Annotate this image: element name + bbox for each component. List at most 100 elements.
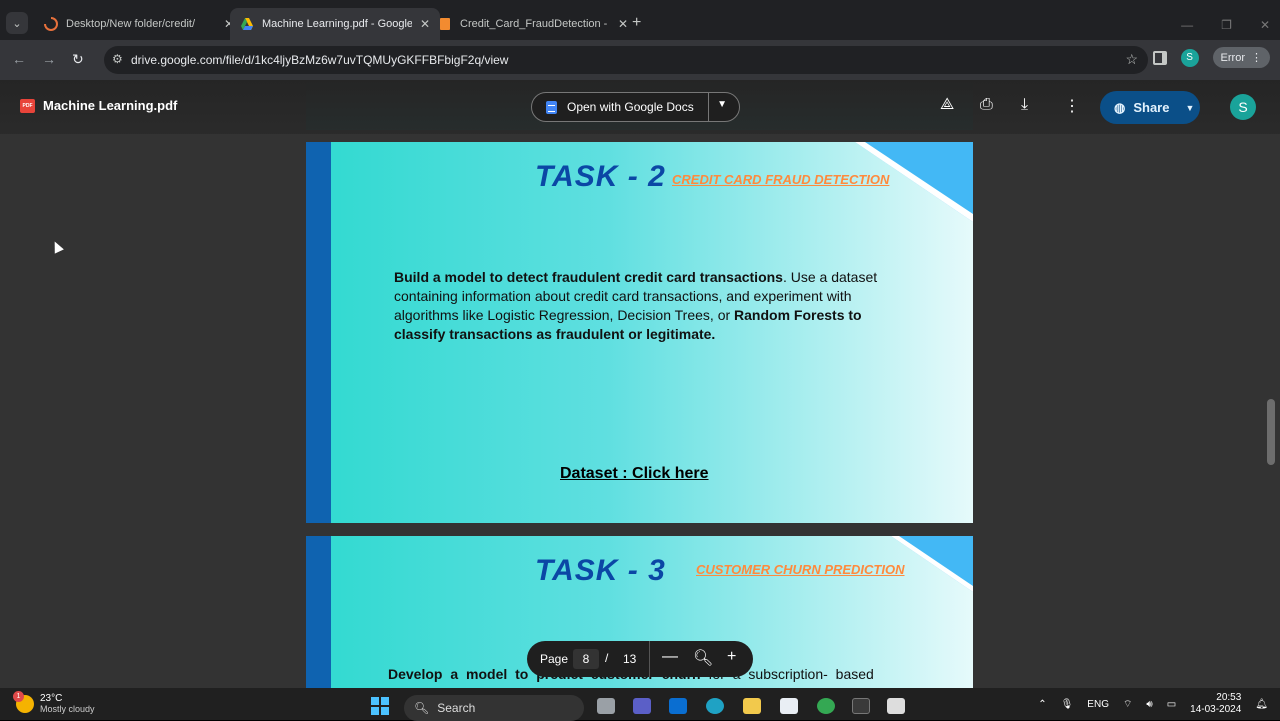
- close-tab-icon[interactable]: ✕: [618, 17, 628, 31]
- print-icon[interactable]: ⎙: [980, 96, 993, 114]
- button-divider: [708, 93, 709, 121]
- page-side-stripe: [306, 142, 331, 523]
- teams-icon[interactable]: [633, 698, 651, 714]
- taskbar: 1 23°C Mostly cloudy 🔍︎ Search ⌃ 🎙︎ ENG …: [0, 688, 1280, 721]
- google-docs-icon: [546, 100, 557, 114]
- minimize-icon[interactable]: —: [1181, 18, 1193, 32]
- weather-widget[interactable]: 1 23°C Mostly cloudy: [13, 690, 95, 714]
- tab-title: Machine Learning.pdf - Google: [262, 18, 412, 30]
- address-bar[interactable]: ⚙ drive.google.com/file/d/1kc4ljyBzMz6w7…: [104, 46, 1148, 74]
- notifications-icon[interactable]: 🔔︎: [1255, 699, 1268, 710]
- microsoft-store-icon[interactable]: [780, 698, 798, 714]
- dataset-link[interactable]: Dataset : Click here: [560, 465, 709, 483]
- scrollbar-thumb[interactable]: [1267, 399, 1275, 465]
- browser-toolbar: ← → ↻ ⚙ drive.google.com/file/d/1kc4ljyB…: [0, 40, 1280, 80]
- pdf-file-icon: PDF: [20, 99, 35, 113]
- microphone-icon[interactable]: 🎙︎: [1061, 699, 1074, 710]
- show-hidden-icons-icon[interactable]: ⌃: [1038, 699, 1046, 710]
- page-label: Page: [540, 652, 569, 666]
- error-button[interactable]: Error ⋮: [1212, 47, 1270, 68]
- total-pages: 13: [623, 652, 637, 666]
- tab-title: Credit_Card_FraudDetection - J: [460, 18, 610, 30]
- terminal-icon[interactable]: [852, 698, 870, 714]
- share-dropdown-icon[interactable]: ▼: [1185, 103, 1194, 113]
- site-info-icon[interactable]: ⚙: [112, 52, 123, 66]
- page-navigator: Page 8 / 13 — 🔍︎ +: [527, 641, 753, 677]
- loading-icon: [44, 17, 58, 31]
- file-title: Machine Learning.pdf: [43, 98, 178, 113]
- zoom-in-icon[interactable]: +: [727, 648, 736, 666]
- maximize-icon[interactable]: ❐: [1221, 18, 1232, 32]
- language-indicator[interactable]: ENG: [1087, 699, 1109, 710]
- page-side-stripe: [306, 536, 331, 688]
- dropdown-caret-icon[interactable]: ▼: [717, 99, 727, 110]
- error-label: Error: [1220, 51, 1245, 64]
- clock[interactable]: 20:53 14-03-2024: [1190, 692, 1241, 716]
- globe-icon: ◍: [1114, 99, 1126, 115]
- wifi-icon[interactable]: ⌔: [1123, 698, 1132, 711]
- zoom-out-icon[interactable]: —: [662, 648, 678, 666]
- notification-badge: 1: [13, 690, 24, 702]
- close-window-icon[interactable]: ✕: [1260, 18, 1270, 32]
- toolbar-actions: S Error ⋮: [1152, 47, 1270, 68]
- weather-temp: 23°C: [40, 693, 63, 704]
- description-bold-start: Build a model to detect fraudulent credi…: [394, 269, 783, 285]
- task-view-icon[interactable]: [597, 698, 615, 714]
- add-shortcut-to-drive-icon[interactable]: ⟁: [940, 96, 954, 114]
- tab-machine-learning-pdf[interactable]: Machine Learning.pdf - Google ✕: [230, 8, 441, 40]
- reload-icon[interactable]: ↻: [72, 51, 84, 68]
- forward-icon[interactable]: →: [42, 51, 56, 67]
- side-panel-icon[interactable]: [1152, 50, 1167, 65]
- system-tray: ⌃ 🎙︎ ENG ⌔ 🔊︎ ▭ 20:53 14-03-2024 🔔︎: [1038, 692, 1268, 716]
- battery-icon[interactable]: ▭: [1167, 699, 1176, 710]
- pdf-viewer: PDF Machine Learning.pdf Open with Googl…: [0, 80, 1280, 688]
- pdf-page-task-2: TASK - 2 CREDIT CARD FRAUD DETECTION Bui…: [306, 142, 973, 523]
- notebook-icon: [440, 18, 450, 30]
- zoom-icon[interactable]: 🔍︎: [693, 648, 713, 668]
- open-with-label: Open with Google Docs: [567, 100, 694, 114]
- tab-strip: ⌄ Desktop/New folder/credit/ ✕ Machine L…: [0, 8, 1280, 40]
- open-with-google-docs-button[interactable]: Open with Google Docs ▼: [531, 92, 740, 122]
- task-heading: TASK - 2: [535, 160, 666, 193]
- chrome-icon[interactable]: [817, 698, 835, 714]
- mouse-cursor-icon: [50, 239, 64, 254]
- volume-icon[interactable]: 🔊︎: [1146, 699, 1152, 710]
- account-avatar[interactable]: S: [1230, 94, 1256, 120]
- store-app-icon[interactable]: [669, 698, 687, 714]
- browser-chrome: ⌄ Desktop/New folder/credit/ ✕ Machine L…: [0, 0, 1280, 80]
- bookmark-star-icon[interactable]: ☆: [1125, 51, 1138, 68]
- snipping-tool-icon[interactable]: [887, 698, 905, 714]
- task-subtitle: CUSTOMER CHURN PREDICTION: [696, 562, 905, 577]
- date: 14-03-2024: [1190, 704, 1242, 715]
- more-icon: ⋮: [1251, 52, 1262, 64]
- new-tab-button[interactable]: +: [632, 14, 641, 32]
- file-explorer-icon[interactable]: [743, 698, 761, 714]
- share-label: Share: [1133, 100, 1170, 115]
- taskbar-search[interactable]: 🔍︎ Search: [404, 695, 584, 721]
- download-icon[interactable]: ⤓: [1021, 96, 1028, 114]
- back-icon[interactable]: ←: [12, 51, 26, 67]
- tab-credit-card-notebook[interactable]: Credit_Card_FraudDetection - J ✕: [428, 8, 638, 40]
- tab-desktop-folder[interactable]: Desktop/New folder/credit/ ✕: [34, 8, 244, 40]
- tab-title: Desktop/New folder/credit/: [66, 18, 195, 30]
- page-separator: /: [605, 651, 609, 665]
- edge-icon[interactable]: [706, 698, 724, 714]
- weather-sun-icon: 1: [13, 690, 34, 713]
- profile-avatar[interactable]: S: [1180, 48, 1199, 67]
- url-text[interactable]: drive.google.com/file/d/1kc4ljyBzMz6w7uv…: [131, 53, 508, 67]
- viewer-header: PDF Machine Learning.pdf Open with Googl…: [0, 80, 1280, 134]
- more-actions-icon[interactable]: ⋮: [1064, 96, 1080, 116]
- task-description: Build a model to detect fraudulent credi…: [394, 268, 894, 344]
- google-drive-icon: [241, 18, 253, 30]
- current-page-input[interactable]: 8: [573, 649, 599, 669]
- window-controls: — ❐ ✕: [1181, 18, 1270, 32]
- share-button[interactable]: ◍ Share ▼: [1100, 91, 1200, 124]
- task-heading: TASK - 3: [535, 554, 666, 587]
- start-button[interactable]: [371, 697, 389, 715]
- search-label: Search: [437, 701, 476, 715]
- pager-divider: [649, 641, 650, 677]
- weather-condition: Mostly cloudy: [40, 704, 95, 714]
- time: 20:53: [1216, 692, 1242, 703]
- tab-search-button[interactable]: ⌄: [6, 12, 28, 34]
- search-icon: 🔍︎: [414, 701, 430, 715]
